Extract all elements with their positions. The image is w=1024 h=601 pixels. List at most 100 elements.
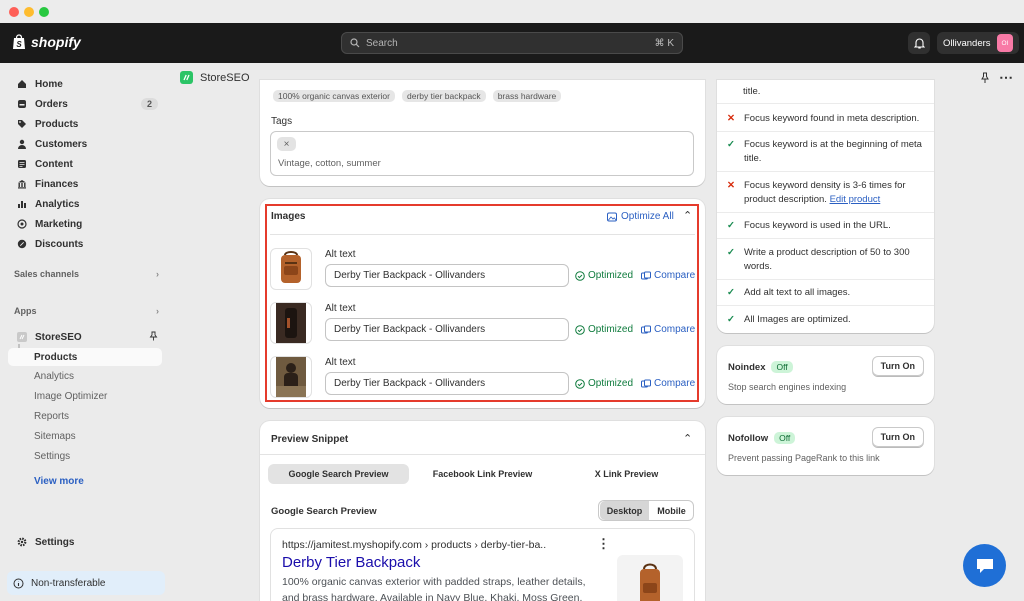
nav-orders[interactable]: Orders 2 <box>8 95 162 113</box>
optimize-all-button[interactable]: Optimize All <box>607 211 674 222</box>
cross-icon: ✕ <box>727 113 735 124</box>
google-preview-section-title: Google Search Preview <box>271 506 377 517</box>
nav-sub-settings[interactable]: Settings <box>34 451 70 462</box>
shopify-logo[interactable]: S shopify <box>12 34 81 50</box>
minimize-window-button[interactable] <box>24 7 34 17</box>
keyword-chips: 100% organic canvas exterior derby tier b… <box>273 90 568 102</box>
close-window-button[interactable] <box>9 7 19 17</box>
nofollow-turn-on-button[interactable]: Turn On <box>871 427 924 447</box>
checklist-item: ✓ Focus keyword is at the beginning of me… <box>727 138 932 166</box>
sales-channels-header[interactable]: Sales channels › <box>14 269 159 279</box>
person-icon <box>17 139 27 149</box>
compare-button[interactable]: Compare <box>641 324 695 335</box>
product-thumbnail[interactable] <box>270 302 312 344</box>
view-more-link[interactable]: View more <box>34 476 84 487</box>
keyword-chip[interactable]: 100% organic canvas exterior <box>273 90 395 102</box>
nav-marketing[interactable]: Marketing <box>8 215 162 233</box>
remove-tag-button[interactable]: × <box>277 137 296 151</box>
notifications-button[interactable] <box>908 32 930 54</box>
pin-icon[interactable] <box>980 72 990 84</box>
nav-sub-image-optimizer[interactable]: Image Optimizer <box>34 391 107 402</box>
tab-x-link-preview[interactable]: X Link Preview <box>556 464 697 484</box>
checklist-item-text: Add alt text to all images. <box>744 287 851 298</box>
nav-finances[interactable]: Finances <box>8 175 162 193</box>
storeseo-logo-icon <box>180 71 193 84</box>
checklist-item: ✓ All Images are optimized. <box>727 313 932 327</box>
nav-discounts[interactable]: Discounts <box>8 235 162 253</box>
nav-products[interactable]: Products <box>8 115 162 133</box>
nav-home[interactable]: Home <box>8 75 162 93</box>
chat-support-button[interactable] <box>963 544 1006 587</box>
nav-orders-label: Orders <box>35 98 68 110</box>
checklist-item-text: Write a product description of 50 to 300… <box>744 247 910 272</box>
compare-button[interactable]: Compare <box>641 378 695 389</box>
nav-sub-reports[interactable]: Reports <box>34 411 69 422</box>
info-icon <box>13 578 24 588</box>
divider <box>717 171 934 172</box>
search-bar[interactable]: Search ⌘ K <box>341 32 683 54</box>
optimized-label: Optimized <box>588 270 634 281</box>
kebab-menu-icon[interactable]: ⋮ <box>597 536 610 552</box>
nav-content[interactable]: Content <box>8 155 162 173</box>
store-menu-button[interactable]: Ollivanders Ol <box>937 32 1019 54</box>
chevron-right-icon: › <box>156 269 159 279</box>
nav-settings[interactable]: Settings <box>8 533 162 551</box>
nav-sub-products[interactable]: Products <box>8 348 162 366</box>
alt-text-label: Alt text <box>325 303 356 314</box>
compare-icon <box>641 379 651 387</box>
keywords-tags-card: 100% organic canvas exterior derby tier b… <box>260 80 705 186</box>
noindex-turn-on-button[interactable]: Turn On <box>871 356 924 376</box>
preview-snippet-title: Preview Snippet <box>271 434 349 445</box>
alt-text-input[interactable]: Derby Tier Backpack - Ollivanders <box>325 372 569 395</box>
check-circle-icon <box>575 270 585 281</box>
chevron-up-icon[interactable]: ⌃ <box>683 209 692 222</box>
compare-label: Compare <box>654 324 696 335</box>
noindex-title: Noindex Off <box>728 361 793 373</box>
check-icon: ✓ <box>727 287 735 298</box>
storeseo-app-icon <box>17 332 27 342</box>
tags-label: Tags <box>271 116 293 127</box>
result-title[interactable]: Derby Tier Backpack <box>282 554 420 571</box>
chevron-up-icon[interactable]: ⌃ <box>683 432 692 445</box>
nav-marketing-label: Marketing <box>35 218 83 230</box>
sidebar: Home Orders 2 Products Customers Content … <box>0 63 170 601</box>
compare-button[interactable]: Compare <box>641 270 695 281</box>
orders-count-badge: 2 <box>140 98 158 110</box>
desktop-option[interactable]: Desktop <box>600 501 649 520</box>
product-thumbnail[interactable] <box>270 356 312 398</box>
brand-name: shopify <box>31 34 81 50</box>
chat-icon <box>976 558 993 573</box>
noindex-description: Stop search engines indexing <box>728 382 847 392</box>
apps-header[interactable]: Apps › <box>14 306 159 316</box>
nav-analytics[interactable]: Analytics <box>8 195 162 213</box>
keyword-chip[interactable]: derby tier backpack <box>401 90 486 102</box>
checklist-item-text: Focus keyword is used in the URL. <box>744 220 891 231</box>
nav-sub-analytics[interactable]: Analytics <box>34 371 74 382</box>
target-icon <box>17 219 27 229</box>
tab-google-search-preview[interactable]: Google Search Preview <box>268 464 409 484</box>
nav-sub-sitemaps[interactable]: Sitemaps <box>34 431 76 442</box>
tab-facebook-link-preview[interactable]: Facebook Link Preview <box>412 464 553 484</box>
divider <box>717 238 934 239</box>
edit-product-link[interactable]: Edit product <box>830 194 881 205</box>
alt-text-input[interactable]: Derby Tier Backpack - Ollivanders <box>325 264 569 287</box>
mobile-option[interactable]: Mobile <box>650 501 693 520</box>
alt-text-input[interactable]: Derby Tier Backpack - Ollivanders <box>325 318 569 341</box>
non-transferable-banner[interactable]: Non-transferable <box>7 571 165 595</box>
optimized-label: Optimized <box>588 378 634 389</box>
sub-products-label: Products <box>34 351 78 363</box>
pin-icon[interactable] <box>149 331 158 344</box>
nofollow-card: Nofollow Off Turn On Prevent passing Page… <box>717 417 934 475</box>
images-title: Images <box>271 211 306 222</box>
maximize-window-button[interactable] <box>39 7 49 17</box>
keyword-chip[interactable]: brass hardware <box>492 90 562 102</box>
nav-customers[interactable]: Customers <box>8 135 162 153</box>
nav-home-label: Home <box>35 78 63 90</box>
tags-field[interactable]: × Vintage, cotton, summer <box>270 131 694 176</box>
nav-app-storeseo[interactable]: StoreSEO <box>8 328 162 346</box>
product-thumbnail[interactable] <box>270 248 312 290</box>
tag-icon <box>17 119 27 129</box>
check-icon: ✓ <box>727 247 735 258</box>
check-icon: ✓ <box>727 314 735 325</box>
more-actions-icon[interactable]: ⋯ <box>999 69 1014 86</box>
